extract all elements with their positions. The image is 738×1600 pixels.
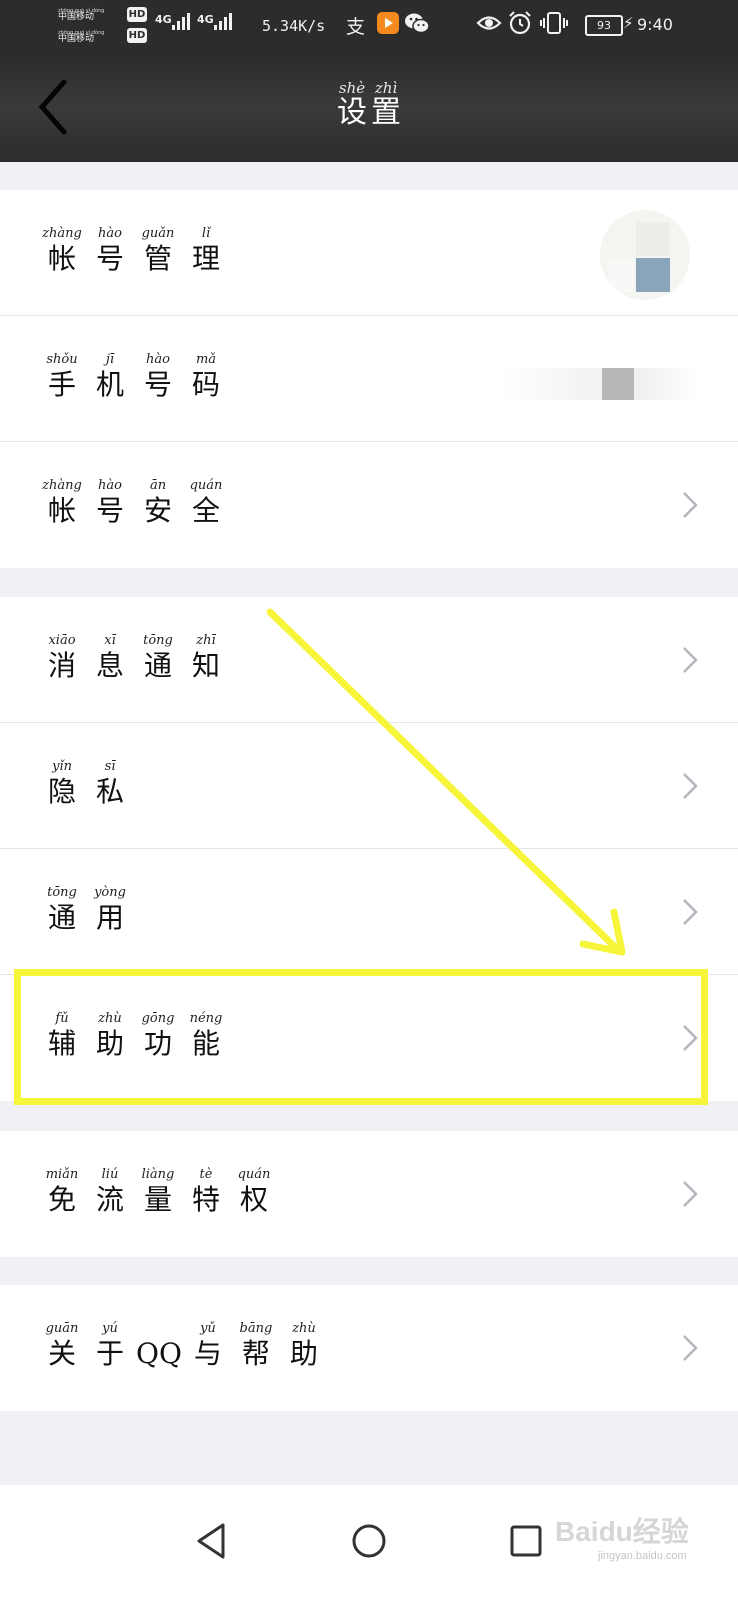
- settings-row-free-data-privilege[interactable]: miǎn 免 liú 流 liàng 量 tè 特 quán 权: [0, 1131, 738, 1257]
- page-title: shè 设 zhì 置: [0, 78, 738, 130]
- settings-row-message-notification[interactable]: xiāo 消 xī 息 tōng 通 zhī 知: [0, 597, 738, 723]
- wechat-icon: [405, 13, 430, 34]
- battery-icon: 93: [585, 15, 623, 36]
- row-label: shǒu 手 jī 机 hào 号 mǎ 码: [46, 352, 220, 401]
- network-type-1: 4G: [155, 13, 172, 26]
- settings-row-privacy[interactable]: yǐn 隐 sī 私: [0, 723, 738, 849]
- settings-group-data: miǎn 免 liú 流 liàng 量 tè 特 quán 权: [0, 1131, 738, 1257]
- recents-square-icon[interactable]: [496, 1511, 556, 1571]
- baidu-watermark-url: jingyan.baidu.com: [598, 1550, 687, 1562]
- carrier-1-pinyin: zhōng guó yí dòng: [58, 8, 105, 14]
- chevron-right-icon: [683, 1181, 698, 1207]
- alipay-icon: 支: [346, 16, 366, 38]
- video-app-icon: [377, 12, 399, 34]
- row-label: zhàng 帐 hào 号 guǎn 管 lǐ 理: [42, 226, 220, 275]
- page-header: shè 设 zhì 置: [0, 50, 738, 162]
- settings-row-phone-number[interactable]: shǒu 手 jī 机 hào 号 mǎ 码: [0, 316, 738, 442]
- row-label: xiāo 消 xī 息 tōng 通 zhī 知: [47, 633, 220, 682]
- status-bar: zhōng guó yí dòng 中国移动 zhōng guó yí dòng…: [0, 0, 738, 50]
- network-type-2: 4G: [197, 13, 214, 26]
- hd-badge-1: HD: [127, 7, 147, 22]
- avatar[interactable]: [600, 210, 690, 300]
- clock: 9:40: [637, 15, 673, 34]
- row-label: miǎn 免 liú 流 liàng 量 tè 特 quán 权: [45, 1167, 271, 1216]
- chevron-right-icon: [683, 1335, 698, 1361]
- settings-row-general[interactable]: tōng 通 yòng 用: [0, 849, 738, 975]
- carrier-2-pinyin: zhōng guó yí dòng: [58, 30, 105, 36]
- vibrate-icon: [540, 12, 568, 34]
- row-label: zhàng 帐 hào 号 ān 安 quán 全: [42, 478, 223, 527]
- charging-icon: ⚡: [623, 14, 634, 32]
- back-triangle-icon[interactable]: [181, 1511, 241, 1571]
- hd-badge-2: HD: [127, 28, 147, 43]
- eye-icon: [476, 16, 502, 30]
- chevron-right-icon: [683, 899, 698, 925]
- chevron-right-icon: [683, 647, 698, 673]
- signal-bars-2-icon: [214, 12, 232, 30]
- settings-group-account: zhàng 帐 hào 号 guǎn 管 lǐ 理 shǒu 手 jī 机 hào 号 mǎ 码…: [0, 190, 738, 568]
- chevron-right-icon: [683, 492, 698, 518]
- chevron-right-icon: [683, 773, 698, 799]
- title-char: shè 设: [337, 79, 367, 130]
- baidu-watermark-logo: Baidu经验: [555, 1516, 689, 1547]
- alarm-icon: [509, 11, 531, 35]
- row-label: guān 关 yú 于 QQ yǔ 与 bāng 帮 zhù 助: [45, 1321, 318, 1370]
- settings-row-account-management[interactable]: zhàng 帐 hào 号 guǎn 管 lǐ 理: [0, 190, 738, 316]
- title-char: zhì 置: [371, 79, 401, 130]
- settings-group-about: guān 关 yú 于 QQ yǔ 与 bāng 帮 zhù 助: [0, 1285, 738, 1411]
- phone-number-value: [505, 368, 701, 400]
- annotation-highlight-box: [14, 969, 708, 1105]
- signal-bars-1-icon: [172, 12, 190, 30]
- row-label: yǐn 隐 sī 私: [47, 759, 124, 808]
- settings-row-about-qq-help[interactable]: guān 关 yú 于 QQ yǔ 与 bāng 帮 zhù 助: [0, 1285, 738, 1411]
- row-label: tōng 通 yòng 用: [47, 885, 126, 934]
- home-circle-icon[interactable]: [339, 1511, 399, 1571]
- network-speed: 5.34K/s: [262, 17, 326, 35]
- settings-row-account-security[interactable]: zhàng 帐 hào 号 ān 安 quán 全: [0, 442, 738, 568]
